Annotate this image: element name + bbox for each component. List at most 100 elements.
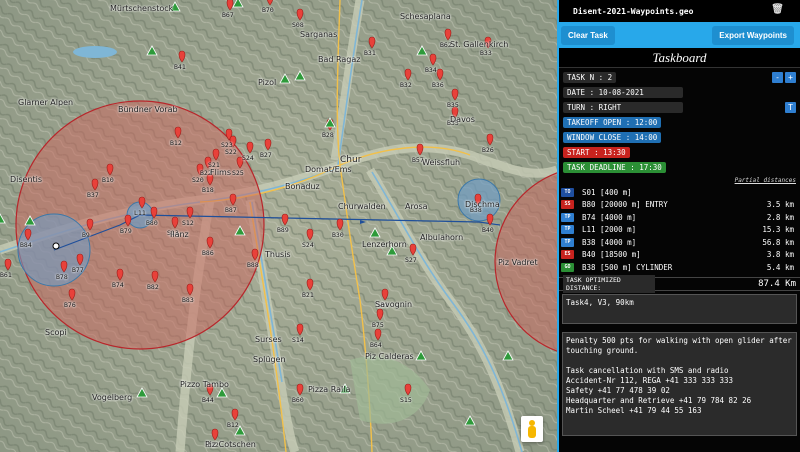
place-label: Domat/Ems: [305, 165, 352, 174]
waypoint-label: S25: [232, 169, 244, 177]
takeoff-open-field[interactable]: TAKEOFF OPEN : 12:00: [563, 117, 662, 128]
optimized-distance-value: 87.4 Km: [758, 278, 796, 289]
turn-row: TURN : RIGHT T: [559, 100, 800, 115]
turnpoint-row[interactable]: TP B74 [4000 m] 2.8 km: [559, 211, 800, 224]
place-label: Disentis: [10, 175, 43, 184]
file-name: Disent-2021-Waypoints.geo: [573, 6, 694, 16]
turnpoint-row[interactable]: SS B80 [20000 m] ENTRY 3.5 km: [559, 199, 800, 212]
waypoint-label: B64: [370, 341, 382, 349]
turnpoint-distance: 56.8 km: [762, 237, 794, 247]
task-panel: Disent-2021-Waypoints.geo 🗑 Clear Task E…: [557, 0, 800, 452]
start-row: START : 13:30: [559, 145, 800, 160]
notes-textarea[interactable]: Penalty 500 pts for walking with open gl…: [562, 331, 797, 436]
turnpoint-distance: 3.5 km: [766, 200, 794, 210]
waypoint-label: B28: [322, 131, 334, 139]
place-label: Mürtschenstock: [110, 4, 174, 13]
place-label: Pizzo Tambo: [180, 380, 229, 389]
waypoint-label: B67: [222, 11, 234, 19]
place-label: Splügen: [253, 355, 286, 364]
start-field[interactable]: START : 13:30: [563, 147, 630, 158]
task-map[interactable]: B41 B31 B33 B34 B32 B36 B35 B26 B28 B12 S23 S22 S24 S…: [0, 0, 557, 452]
turn-toggle-button[interactable]: T: [785, 102, 796, 113]
place-label: Pizol: [258, 78, 277, 87]
turnpoint-type-badge: TP: [561, 212, 574, 222]
waypoint-label: B61: [0, 271, 12, 279]
waypoint-label: S24: [302, 241, 314, 249]
waypoint-label: S24: [242, 154, 254, 162]
waypoint-label: S14: [292, 336, 304, 344]
waypoint-label: B37: [87, 191, 99, 199]
turnpoint-row[interactable]: ES B40 [18500 m] 3.8 km: [559, 249, 800, 262]
place-label: Savognin: [375, 300, 413, 309]
waypoint-label: B82: [147, 283, 159, 291]
turnpoint-description: B40 [18500 m]: [582, 250, 641, 260]
place-label: Piz Calderas: [365, 352, 414, 361]
waypoint-label: S27: [405, 256, 417, 264]
file-bar: Disent-2021-Waypoints.geo 🗑: [559, 0, 800, 22]
turnpoint-description: B74 [4000 m]: [582, 212, 637, 222]
turnpoint-row[interactable]: TP L11 [2000 m] 15.3 km: [559, 224, 800, 237]
waypoint-label: B78: [56, 273, 68, 281]
trash-icon[interactable]: 🗑: [771, 4, 784, 15]
place-label: Albulahorn: [420, 233, 464, 242]
waypoint-label: B35: [447, 101, 459, 109]
waypoint-label: B32: [400, 81, 412, 89]
window-close-field[interactable]: WINDOW CLOSE : 14:00: [563, 132, 662, 143]
waypoint-label: B87: [225, 206, 237, 214]
turnpoint-distance: 3.8 km: [766, 250, 794, 260]
pegman-icon[interactable]: [521, 416, 543, 442]
waypoint-label: B18: [202, 186, 214, 194]
place-label: St. Gallenkirch: [450, 40, 509, 49]
turnpoint-distance: 15.3 km: [762, 225, 794, 235]
export-waypoints-button[interactable]: Export Waypoints: [712, 25, 794, 45]
task-info-textarea[interactable]: Task4, V3, 90km: [562, 293, 797, 324]
turn-field[interactable]: TURN : RIGHT: [563, 102, 683, 113]
waypoint-label: B88: [247, 261, 259, 269]
turnpoint-description: B38 [500 m] CYLINDER: [582, 262, 673, 272]
waypoint-label: S22: [225, 148, 237, 156]
task-minus-button[interactable]: -: [772, 72, 783, 83]
taskboard-title: Taskboard: [559, 48, 800, 68]
place-label: Sarganas: [300, 30, 338, 39]
optimized-distance-row: TASK OPTIMIZED DISTANCE: 87.4 Km: [559, 274, 800, 293]
waypoint-label: B80: [146, 219, 158, 227]
place-label: Weissfluh: [422, 158, 461, 167]
waypoint-label: B10: [102, 176, 114, 184]
turnpoint-row[interactable]: TP B38 [4000 m] 56.8 km: [559, 236, 800, 249]
waypoint-label: B33: [480, 49, 492, 57]
date-field[interactable]: DATE : 10-08-2021: [563, 87, 683, 98]
deadline-field[interactable]: TASK DEADLINE : 17:30: [563, 162, 666, 173]
takeoff-open-row: TAKEOFF OPEN : 12:00: [559, 115, 800, 130]
turnpoint-row[interactable]: TO S01 [400 m]: [559, 186, 800, 199]
place-label: Scopi: [45, 328, 67, 337]
place-label: Piz Cotschen: [205, 440, 256, 449]
partial-distances-label: Partial distances: [734, 177, 796, 184]
lake: [73, 46, 117, 58]
turnpoint-list: TO S01 [400 m] SS B80 [20000 m] ENTRY 3.5 km…: [559, 186, 800, 274]
waypoint-label: B12: [227, 421, 239, 429]
place-label: Churwalden: [338, 202, 386, 211]
turnpoint-type-badge: ES: [561, 250, 574, 260]
place-label: Bad Ragaz: [318, 55, 361, 64]
waypoint-label: B89: [277, 226, 289, 234]
place-label: Lenzerhorn: [362, 240, 407, 249]
task-number[interactable]: TASK N : 2: [563, 72, 617, 83]
task-plus-button[interactable]: +: [785, 72, 796, 83]
turnpoint-type-badge: GO: [561, 262, 574, 272]
waypoint-label: S12: [182, 219, 194, 227]
waypoint-label: B27: [260, 151, 272, 159]
action-bar: Clear Task Export Waypoints: [559, 22, 800, 48]
place-label: Dischma: [465, 200, 500, 209]
place-label: Arosa: [405, 202, 428, 211]
turnpoint-description: L11 [2000 m]: [582, 225, 637, 235]
turnpoint-distance: 2.8 km: [766, 212, 794, 222]
turnpoint-row[interactable]: GO B38 [500 m] CYLINDER 5.4 km: [559, 261, 800, 274]
place-label: Chur: [340, 155, 362, 165]
task-number-row: TASK N : 2 - +: [559, 70, 800, 85]
waypoint-label: B70: [262, 6, 274, 14]
waypoint-label: B44: [202, 396, 214, 404]
place-label: Glarner Alpen: [18, 98, 74, 107]
waypoint-label: B76: [64, 301, 76, 309]
clear-task-button[interactable]: Clear Task: [561, 25, 615, 45]
place-label: Surses: [255, 335, 282, 344]
